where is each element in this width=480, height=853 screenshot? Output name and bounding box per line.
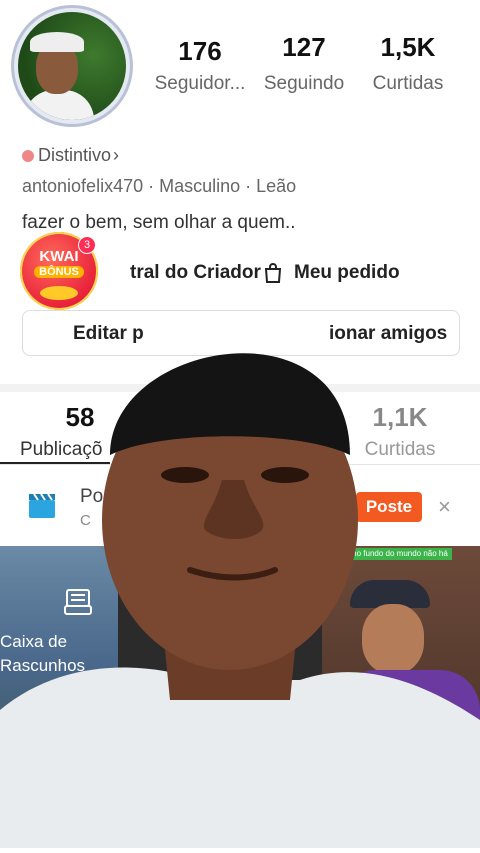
stat-followers-value: 176 (178, 36, 222, 66)
stat-followers-label: Seguidor... (154, 73, 246, 94)
stat-likes-label: Curtidas (372, 73, 444, 94)
promo-subtitle: BÔNUS (34, 266, 84, 278)
promo-count-badge: 3 (78, 236, 96, 254)
profile-stats: 176 Seguidor... 127 Seguindo 1,5K Curtid… (150, 32, 450, 106)
profile-meta: antoniofelix470 · Masculino · Leão (22, 176, 297, 196)
profile-bio: fazer o bem, sem olhar a quem.. (22, 212, 296, 233)
badge-link[interactable]: Distintivo › (22, 145, 119, 166)
badge-label: Distintivo (38, 145, 112, 165)
profile-avatar[interactable] (18, 12, 126, 120)
stat-likes-value: 1,5K (380, 32, 436, 62)
stat-likes[interactable]: 1,5K Curtidas (358, 32, 458, 95)
stat-following-label: Seguindo (263, 73, 345, 94)
person-overlay-illustration (0, 353, 480, 848)
chevron-right-icon: › (113, 145, 120, 165)
selfie-video-overlay[interactable] (0, 280, 480, 848)
stat-following-value: 127 (282, 32, 326, 62)
stat-following[interactable]: 127 Seguindo (254, 32, 354, 95)
stat-followers[interactable]: 176 Seguidor... (150, 36, 250, 95)
badge-icon (22, 150, 34, 163)
